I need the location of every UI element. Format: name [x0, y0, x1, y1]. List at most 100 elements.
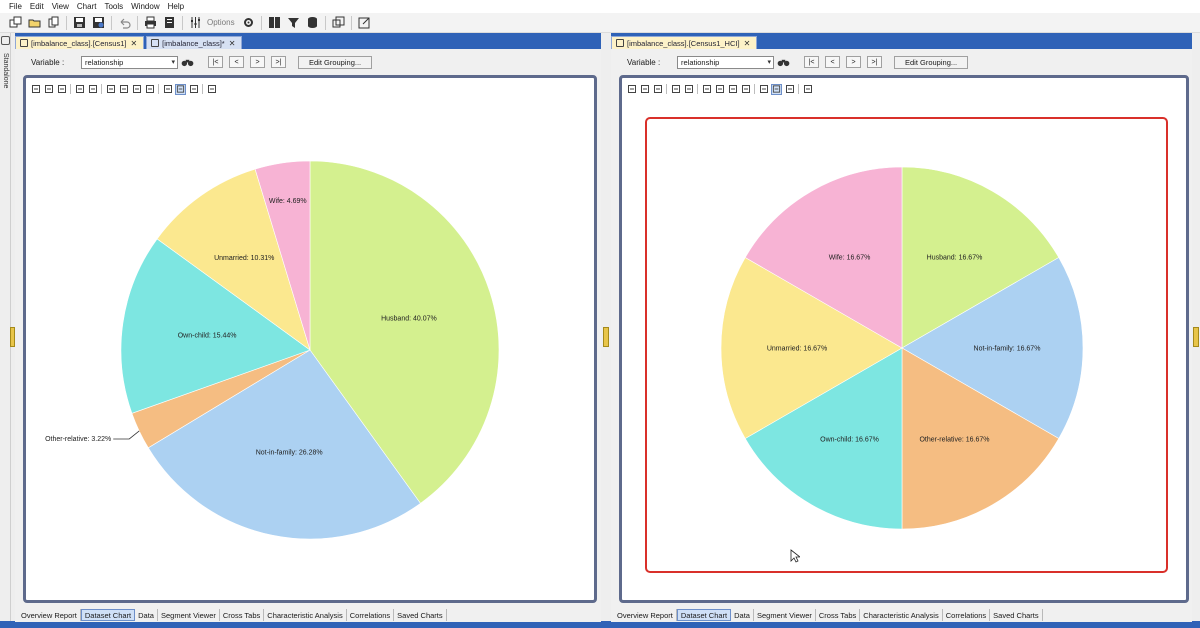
close-icon[interactable]: ✕ [229, 39, 236, 48]
doc-tab-census1[interactable]: [imbalance_class].[Census1] ✕ [15, 36, 145, 49]
doc-tab-label: [imbalance_class].[Census1] [31, 38, 127, 48]
toolbar-separator [350, 15, 352, 30]
variable-label: Variable : [31, 57, 65, 67]
center-splitter[interactable] [601, 33, 611, 621]
standalone-label: Standalone [2, 53, 9, 89]
export-icon[interactable] [357, 16, 372, 30]
first-button[interactable]: |< [804, 56, 819, 68]
last-button[interactable]: >| [867, 56, 882, 68]
menu-tools[interactable]: Tools [104, 2, 123, 11]
options-label[interactable]: Options [207, 18, 235, 27]
pie-label-other-relative: Other-relative: 3.22% [45, 436, 111, 443]
right-panel: [imbalance_class].[Census1_HCI] ✕ Variab… [611, 35, 1192, 622]
close-icon[interactable]: ✕ [744, 39, 751, 48]
toolbar-separator [137, 15, 138, 30]
chevron-down-icon: ▾ [767, 59, 771, 66]
standalone-icon [1, 36, 10, 45]
close-icon[interactable]: ✕ [130, 39, 137, 48]
bottom-tab-segment-viewer[interactable]: Segment Viewer [754, 609, 816, 621]
edit-grouping-button[interactable]: Edit Grouping... [894, 55, 969, 69]
save-as-icon[interactable] [91, 16, 106, 30]
doc-tab-census1-hci[interactable]: [imbalance_class].[Census1_HCI] ✕ [611, 36, 758, 49]
pie-label-wife: Wife: 4.69% [269, 198, 307, 205]
bottom-tab-overview-report[interactable]: Overview Report [614, 609, 677, 621]
highlight-frame [645, 117, 1168, 573]
bottom-tab-data[interactable]: Data [135, 609, 158, 621]
binoculars-icon[interactable] [180, 56, 194, 69]
next-button[interactable]: > [846, 56, 861, 68]
bottom-tab-segment-viewer[interactable]: Segment Viewer [158, 609, 220, 621]
print-icon[interactable] [143, 16, 158, 30]
database-icon[interactable] [305, 16, 320, 30]
variable-row: Variable : relationship ▾ |< < > >| Edit… [15, 51, 601, 73]
dataset-icon [151, 39, 160, 47]
splitter-handle[interactable] [603, 327, 609, 347]
pie-chart-left: Husband: 40.07% Not-in-family: 26.28% Othe… [45, 160, 500, 540]
first-button[interactable]: |< [208, 56, 223, 68]
doc-tab-label: [imbalance_class]* [162, 38, 225, 48]
toolbar-separator [324, 15, 326, 30]
menu-window[interactable]: Window [131, 2, 159, 11]
prev-button[interactable]: < [229, 56, 244, 68]
variable-select[interactable]: relationship ▾ [81, 55, 178, 69]
bottom-tabs: Overview Report Dataset Chart Data Segment … [611, 608, 1192, 622]
variable-value: relationship [85, 57, 124, 67]
bottom-tab-correlations[interactable]: Correlations [347, 609, 395, 621]
chart-area: Husband: 16.67% Not-in-family: 16.67% Othe… [619, 75, 1189, 603]
pie-label-own-child: Own-child: 15.44% [178, 333, 237, 340]
edit-grouping-button[interactable]: Edit Grouping... [298, 55, 373, 69]
bottom-tab-characteristic-analysis[interactable]: Characteristic Analysis [264, 609, 347, 621]
open-folder-icon[interactable] [27, 16, 42, 30]
undo-icon[interactable] [117, 16, 132, 30]
menu-file[interactable]: File [9, 2, 22, 11]
right-splitter[interactable] [1192, 33, 1200, 621]
mouse-cursor-icon [790, 549, 800, 563]
menu-bar: File Edit View Chart Tools Window Help [0, 0, 1200, 13]
pie-label-not-in-family: Not-in-family: 26.28% [256, 449, 323, 456]
bottom-tabs: Overview Report Dataset Chart Data Segment … [15, 608, 601, 622]
sliders-icon[interactable] [188, 16, 203, 30]
bottom-tab-cross-tabs[interactable]: Cross Tabs [816, 609, 861, 621]
doc-tab-imbalance-class[interactable]: [imbalance_class]* ✕ [146, 36, 243, 49]
chart-area: Husband: 40.07% Not-in-family: 26.28% Othe… [23, 75, 597, 603]
bottom-tab-overview-report[interactable]: Overview Report [18, 609, 81, 621]
dataset-icon [616, 39, 624, 47]
toolbar-separator [260, 15, 262, 30]
binoculars-icon[interactable] [776, 56, 790, 69]
menu-help[interactable]: Help [168, 2, 184, 11]
variable-value: relationship [681, 57, 720, 67]
bottom-tab-cross-tabs[interactable]: Cross Tabs [220, 609, 265, 621]
menu-view[interactable]: View [52, 2, 69, 11]
table-icon[interactable] [267, 16, 282, 30]
save-icon[interactable] [72, 16, 87, 30]
main-toolbar: Options [0, 13, 1200, 33]
menu-chart[interactable]: Chart [77, 2, 97, 11]
toolbar-separator [66, 15, 67, 30]
menu-edit[interactable]: Edit [30, 2, 44, 11]
last-button[interactable]: >| [271, 56, 286, 68]
pie-leader-line [113, 430, 140, 440]
bottom-tab-dataset-chart[interactable]: Dataset Chart [676, 609, 732, 621]
toolbar-separator [182, 15, 183, 30]
bottom-tab-correlations[interactable]: Correlations [943, 609, 991, 621]
next-button[interactable]: > [250, 56, 265, 68]
prev-button[interactable]: < [825, 56, 840, 68]
right-doc-tabs: [imbalance_class].[Census1_HCI] ✕ [611, 35, 1192, 49]
bottom-tab-saved-charts[interactable]: Saved Charts [990, 609, 1043, 621]
gear-icon[interactable] [241, 16, 256, 30]
pie-label-unmarried: Unmarried: 10.31% [214, 255, 274, 262]
bottom-tab-dataset-chart[interactable]: Dataset Chart [80, 609, 136, 621]
windows-icon[interactable] [331, 16, 346, 30]
report-icon[interactable] [162, 16, 177, 30]
bottom-tab-characteristic-analysis[interactable]: Characteristic Analysis [860, 609, 943, 621]
left-doc-tabs: [imbalance_class].[Census1] ✕ [imbalance… [15, 35, 601, 49]
copy-icon[interactable] [46, 16, 61, 30]
variable-row: Variable : relationship ▾ |< < > >| Edit… [611, 51, 1192, 73]
variable-select[interactable]: relationship ▾ [677, 55, 774, 69]
bottom-tab-data[interactable]: Data [731, 609, 754, 621]
new-window-icon[interactable] [8, 16, 23, 30]
splitter-handle[interactable] [1193, 327, 1199, 347]
doc-tab-label: [imbalance_class].[Census1_HCI] [627, 38, 740, 48]
filter-icon[interactable] [286, 16, 301, 30]
bottom-tab-saved-charts[interactable]: Saved Charts [394, 609, 447, 621]
